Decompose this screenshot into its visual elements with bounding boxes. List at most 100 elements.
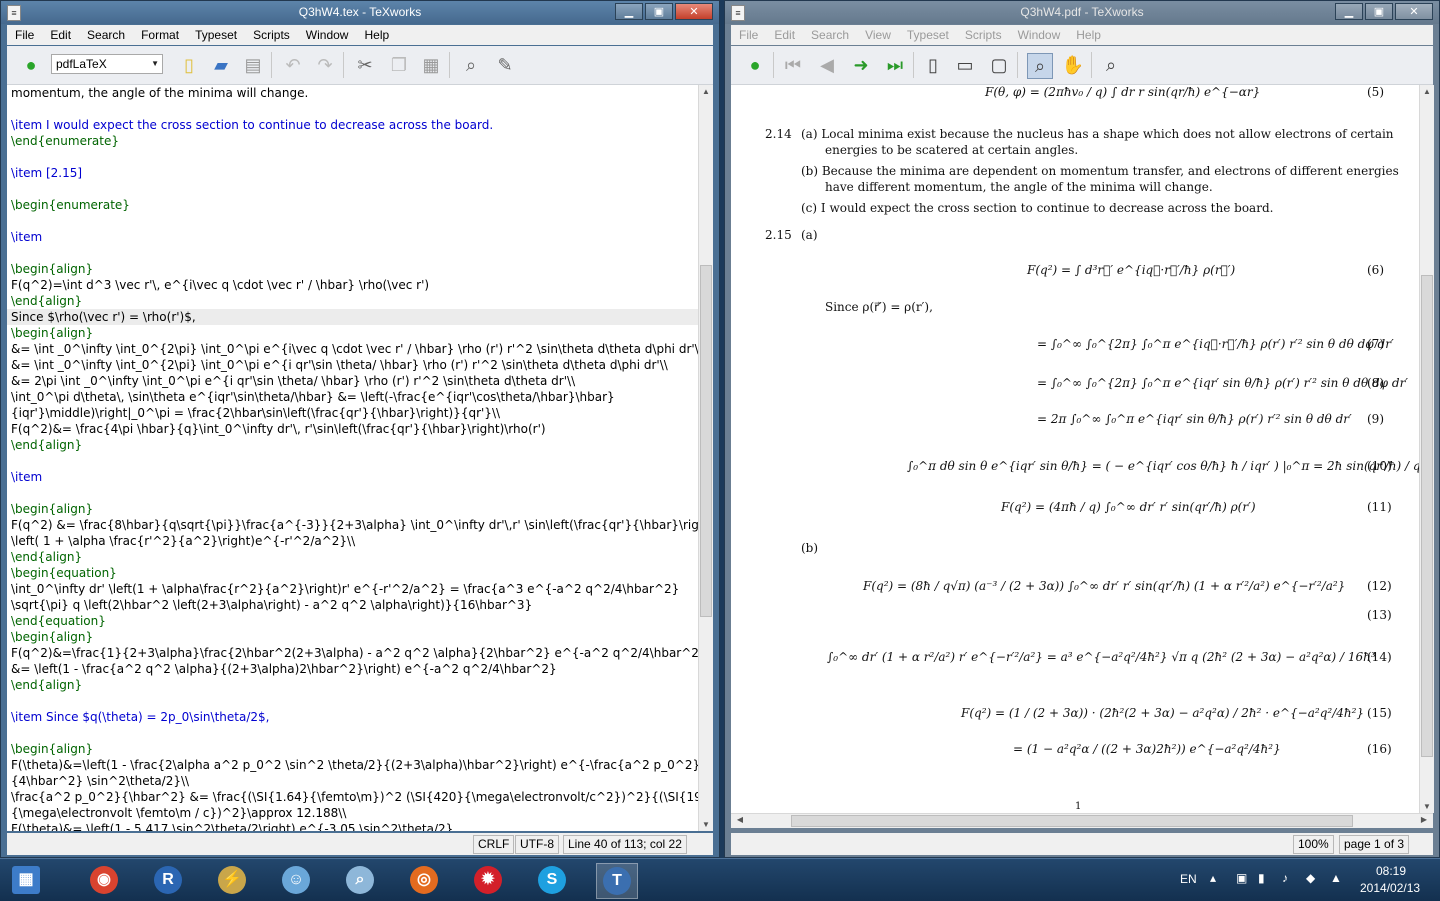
code-line[interactable]: F(q^2)&= \frac{4\pi \hbar}{q}\int_0^\inf…: [7, 421, 698, 437]
menu-view[interactable]: View: [857, 28, 899, 42]
menu-search[interactable]: Search: [79, 28, 133, 42]
code-line[interactable]: &= \left(1 - \frac{a^2 q^2 \alpha}{(2+3\…: [7, 661, 698, 677]
fit-width-icon[interactable]: ▭: [953, 53, 977, 77]
scroll-down-icon[interactable]: ▼: [1420, 802, 1434, 811]
code-line[interactable]: \item: [7, 229, 698, 245]
find-icon[interactable]: ⌕: [459, 53, 483, 77]
scrollbar-thumb[interactable]: [791, 815, 1353, 827]
language-indicator[interactable]: EN: [1180, 872, 1197, 886]
network-icon[interactable]: ▮: [1258, 871, 1265, 885]
taskbar-app-button[interactable]: T: [596, 863, 638, 899]
code-line[interactable]: \item: [7, 469, 698, 485]
next-page-icon[interactable]: ➜: [849, 53, 873, 77]
taskbar-app-button[interactable]: ✹: [468, 863, 508, 897]
code-line[interactable]: [7, 149, 698, 165]
magnify-icon[interactable]: ⌕: [1027, 53, 1053, 79]
encoding-indicator[interactable]: UTF-8: [515, 835, 559, 854]
menu-edit[interactable]: Edit: [766, 28, 803, 42]
dropbox-icon[interactable]: ◆: [1306, 871, 1315, 885]
paste-icon[interactable]: ▦: [419, 53, 443, 77]
last-page-icon[interactable]: ⏭: [883, 53, 907, 77]
menu-typeset[interactable]: Typeset: [899, 28, 957, 42]
previous-page-icon[interactable]: ◀: [815, 53, 839, 77]
code-line[interactable]: \begin{enumerate}: [7, 197, 698, 213]
open-folder-icon[interactable]: ▰: [209, 53, 233, 77]
menu-help[interactable]: Help: [1068, 28, 1109, 42]
code-line[interactable]: F(\theta)&= \left(1 - 5.417 \sin^2\theta…: [7, 821, 698, 831]
menu-window[interactable]: Window: [1010, 28, 1069, 42]
copy-icon[interactable]: ❐: [387, 53, 411, 77]
show-hidden-icons-icon[interactable]: ▴: [1210, 871, 1216, 885]
code-line[interactable]: F(\theta)&=\left(1 - \frac{2\alpha a^2 p…: [7, 757, 698, 773]
code-line[interactable]: F(q^2)=\int d^3 \vec r'\, e^{i\vec q \cd…: [7, 277, 698, 293]
code-line[interactable]: \end{align}: [7, 293, 698, 309]
scroll-left-icon[interactable]: ◀: [733, 815, 747, 824]
redo-icon[interactable]: ↷: [313, 53, 337, 77]
scrollbar-thumb[interactable]: [700, 265, 712, 617]
tray-app-icon[interactable]: ▣: [1236, 871, 1247, 885]
code-line[interactable]: [7, 485, 698, 501]
taskbar-app-button[interactable]: S: [532, 863, 572, 897]
scroll-right-icon[interactable]: ▶: [1417, 815, 1431, 824]
code-line[interactable]: \item [2.15]: [7, 165, 698, 181]
code-line[interactable]: \end{align}: [7, 437, 698, 453]
source-editor[interactable]: momentum, the angle of the minima will c…: [7, 85, 698, 831]
typeset-play-icon[interactable]: ●: [19, 53, 43, 77]
menu-typeset[interactable]: Typeset: [187, 28, 245, 42]
code-line[interactable]: &= 2\pi \int _0^\infty \int_0^\pi e^{i q…: [7, 373, 698, 389]
code-line[interactable]: [7, 453, 698, 469]
save-icon[interactable]: ▤: [241, 53, 265, 77]
clock-time[interactable]: 08:19: [1376, 864, 1406, 878]
code-line[interactable]: \left( 1 + \alpha \frac{r'^2}{a^2}\right…: [7, 533, 698, 549]
cut-icon[interactable]: ✂: [353, 53, 377, 77]
code-line[interactable]: [7, 693, 698, 709]
maximize-button[interactable]: ▣: [1365, 3, 1393, 20]
code-line[interactable]: \end{align}: [7, 549, 698, 565]
code-line[interactable]: \begin{align}: [7, 325, 698, 341]
hand-scroll-icon[interactable]: ✋: [1061, 53, 1085, 77]
code-line[interactable]: [7, 245, 698, 261]
scroll-down-icon[interactable]: ▼: [699, 820, 713, 829]
code-line[interactable]: [7, 725, 698, 741]
menu-file[interactable]: File: [7, 28, 42, 42]
menu-scripts[interactable]: Scripts: [245, 28, 298, 42]
code-line[interactable]: \begin{align}: [7, 741, 698, 757]
line-ending-indicator[interactable]: CRLF: [473, 835, 515, 854]
pdf-titlebar[interactable]: ≡ Q3hW4.pdf - TeXworks ▁ ▣ ✕: [725, 1, 1439, 24]
taskbar-app-button[interactable]: ◎: [404, 863, 444, 897]
undo-icon[interactable]: ↶: [281, 53, 305, 77]
code-line[interactable]: \item Since $q(\theta) = 2p_0\sin\theta/…: [7, 709, 698, 725]
code-line[interactable]: \frac{a^2 p_0^2}{\hbar^2} &= \frac{(\SI{…: [7, 789, 698, 805]
menu-search[interactable]: Search: [803, 28, 857, 42]
code-line[interactable]: \begin{align}: [7, 261, 698, 277]
code-line[interactable]: [7, 181, 698, 197]
scroll-up-icon[interactable]: ▲: [699, 87, 713, 96]
typeset-play-icon[interactable]: ●: [743, 53, 767, 77]
pdf-vertical-scrollbar[interactable]: ▲ ▼: [1419, 85, 1434, 813]
code-line[interactable]: \sqrt{\pi} q \left(2\hbar^2 \left(2+3\al…: [7, 597, 698, 613]
close-button[interactable]: ✕: [675, 3, 713, 20]
taskbar-app-button[interactable]: ☺: [276, 863, 316, 897]
code-line[interactable]: {\mega\electronvolt \femto\m / c})^2}\ap…: [7, 805, 698, 821]
minimize-button[interactable]: ▁: [1335, 3, 1363, 20]
clock-date[interactable]: 2014/02/13: [1360, 881, 1420, 895]
code-line[interactable]: \end{equation}: [7, 613, 698, 629]
close-button[interactable]: ✕: [1395, 3, 1433, 20]
code-line[interactable]: [7, 101, 698, 117]
code-line[interactable]: \begin{equation}: [7, 565, 698, 581]
code-line[interactable]: \item I would expect the cross section t…: [7, 117, 698, 133]
code-line[interactable]: {4\hbar^2} \sin^2\theta/2}\\: [7, 773, 698, 789]
volume-icon[interactable]: ♪: [1282, 871, 1288, 885]
code-line[interactable]: &= \int _0^\infty \int_0^{2\pi} \int_0^\…: [7, 357, 698, 373]
menu-edit[interactable]: Edit: [42, 28, 79, 42]
code-line[interactable]: Since $\rho(\vec r') = \rho(r')$,: [7, 309, 698, 325]
maximize-button[interactable]: ▣: [645, 3, 673, 20]
code-line[interactable]: \begin{align}: [7, 501, 698, 517]
code-line[interactable]: \end{enumerate}: [7, 133, 698, 149]
code-line[interactable]: momentum, the angle of the minima will c…: [7, 85, 698, 101]
fit-window-icon[interactable]: ▢: [987, 53, 1011, 77]
actual-size-icon[interactable]: ▯: [921, 53, 945, 77]
menu-help[interactable]: Help: [356, 28, 397, 42]
code-line[interactable]: F(q^2)&=\frac{1}{2+3\alpha}\frac{2\hbar^…: [7, 645, 698, 661]
taskbar-app-button[interactable]: ◉: [84, 863, 124, 897]
